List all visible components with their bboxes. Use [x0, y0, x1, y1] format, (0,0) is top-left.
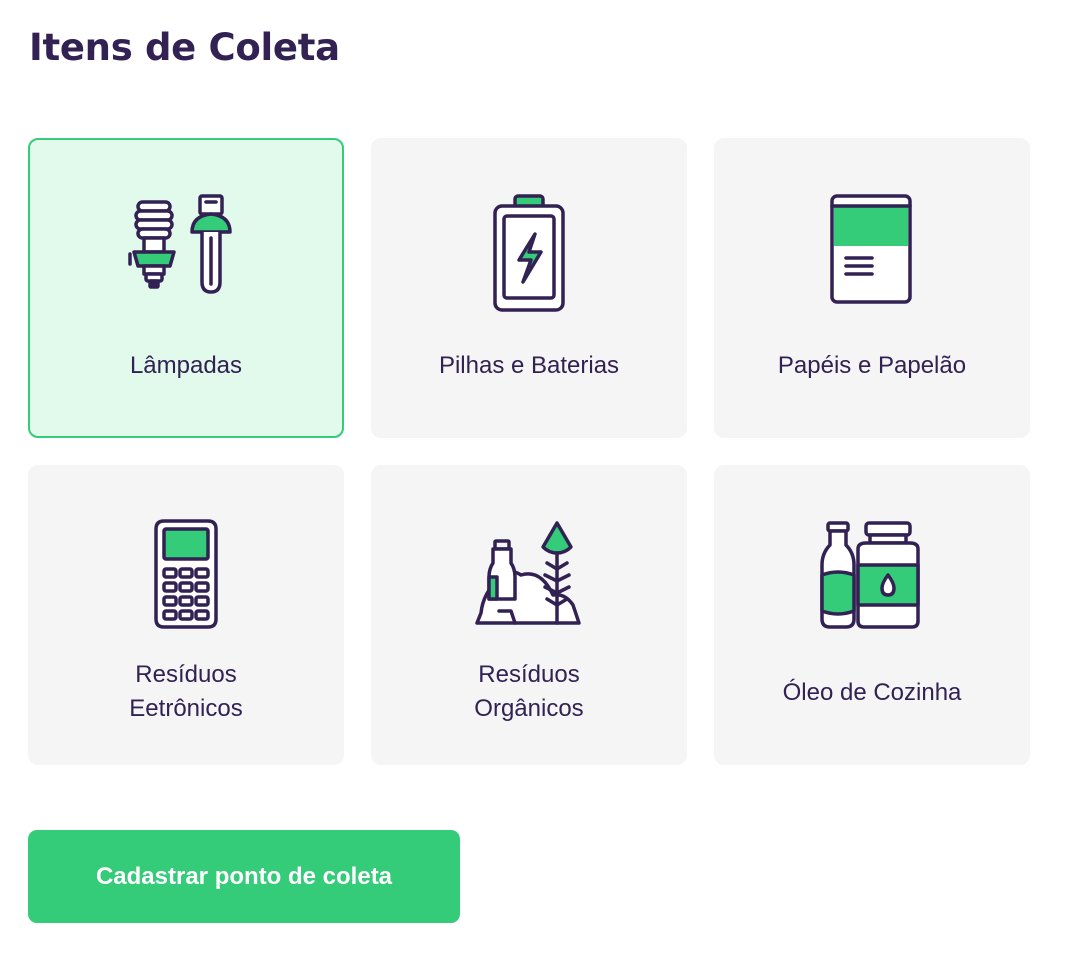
collection-items-grid: Lâmpadas Pilhas e Baterias Papéis e Pape… — [28, 138, 1030, 765]
item-card-residuos-organicos[interactable]: Resíduos Orgânicos — [371, 465, 687, 765]
item-label-line: Resíduos — [478, 661, 580, 688]
item-card-residuos-eletronicos[interactable]: Resíduos Eetrônicos — [28, 465, 344, 765]
item-label: Resíduos Eetrônicos — [101, 658, 271, 726]
oil-icon — [812, 519, 932, 639]
page-title: Itens de Coleta — [29, 26, 340, 69]
item-label: Pilhas e Baterias — [438, 352, 620, 379]
item-card-pilhas-baterias[interactable]: Pilhas e Baterias — [371, 138, 687, 438]
item-label-line: Resíduos — [135, 661, 237, 688]
item-card-papeis-papelao[interactable]: Papéis e Papelão — [714, 138, 1030, 438]
electronics-icon — [126, 519, 246, 639]
battery-icon — [469, 192, 589, 312]
item-label: Lâmpadas — [129, 352, 243, 379]
lamp-icon — [126, 192, 246, 312]
paper-icon — [812, 192, 932, 312]
register-collection-point-button[interactable]: Cadastrar ponto de coleta — [28, 830, 460, 923]
organic-icon — [469, 519, 589, 639]
item-label: Papéis e Papelão — [777, 352, 967, 379]
item-label: Óleo de Cozinha — [782, 679, 962, 706]
item-label-line: Orgânicos — [474, 695, 584, 722]
item-card-oleo-cozinha[interactable]: Óleo de Cozinha — [714, 465, 1030, 765]
item-label-line: Eetrônicos — [129, 695, 243, 722]
item-card-lampadas[interactable]: Lâmpadas — [28, 138, 344, 438]
item-label: Resíduos Orgânicos — [444, 658, 614, 726]
